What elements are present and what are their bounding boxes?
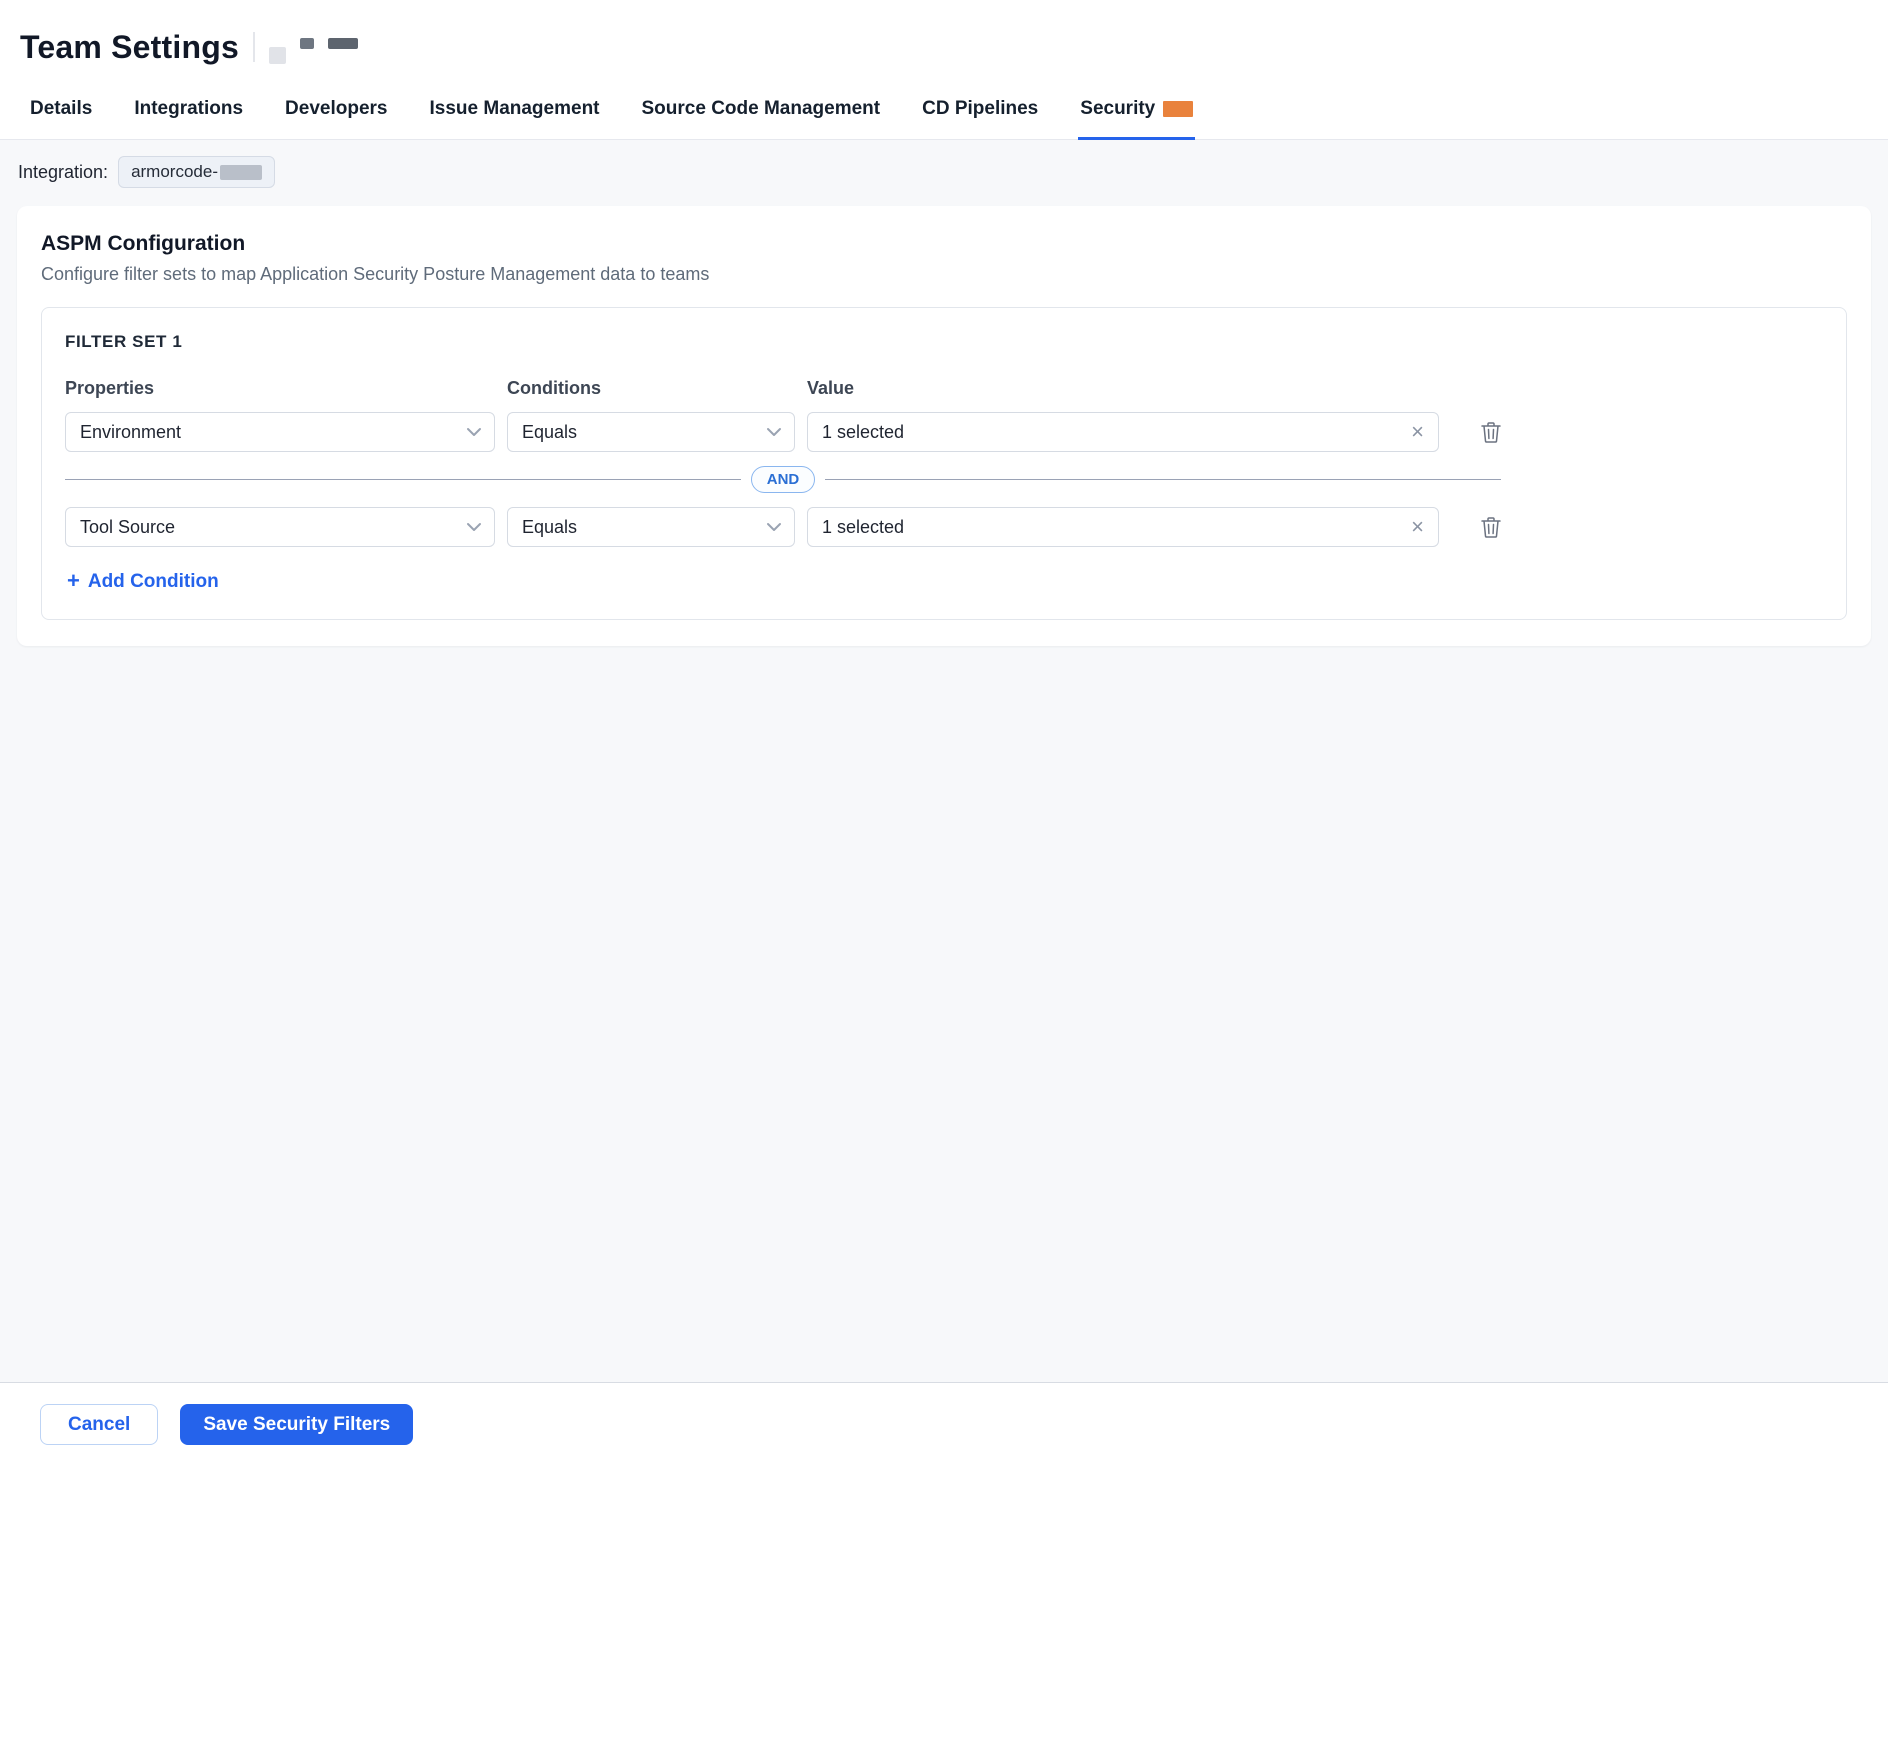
trash-icon	[1481, 421, 1501, 443]
chevron-down-icon	[766, 427, 782, 437]
tab-label: Developers	[285, 98, 387, 120]
properties-column-header: Properties	[65, 378, 495, 399]
redacted-badge	[1163, 101, 1193, 117]
chevron-down-icon	[466, 522, 482, 532]
team-settings-page: Team Settings Details Integrations Devel…	[0, 0, 1888, 1764]
aspm-subtitle: Configure filter sets to map Application…	[41, 264, 1847, 285]
condition-select[interactable]: Equals	[507, 412, 795, 452]
add-condition-button[interactable]: + Add Condition	[65, 571, 219, 593]
filter-set-panel: FILTER SET 1 Properties Conditions Value…	[41, 307, 1847, 620]
condition-select-value: Equals	[522, 517, 577, 538]
main-content: Integration: armorcode- ASPM Configurati…	[0, 140, 1888, 1382]
condition-select[interactable]: Equals	[507, 507, 795, 547]
value-multiselect[interactable]: 1 selected ×	[807, 507, 1439, 547]
tab-details[interactable]: Details	[28, 98, 94, 140]
tab-developers[interactable]: Developers	[283, 98, 389, 140]
chevron-down-icon	[766, 522, 782, 532]
chevron-down-icon	[466, 427, 482, 437]
tab-source-code-management[interactable]: Source Code Management	[640, 98, 883, 140]
tab-label: Issue Management	[430, 98, 600, 120]
tab-security[interactable]: Security	[1078, 98, 1195, 140]
value-column-header: Value	[807, 378, 1439, 399]
value-multiselect-text: 1 selected	[822, 422, 904, 443]
tab-integrations[interactable]: Integrations	[132, 98, 245, 140]
tab-label: Integrations	[134, 98, 243, 120]
tab-bar: Details Integrations Developers Issue Ma…	[0, 84, 1888, 140]
tab-label: Security	[1080, 98, 1155, 120]
clear-icon[interactable]: ×	[1409, 421, 1426, 443]
property-select-value: Environment	[80, 422, 181, 443]
delete-row-button[interactable]	[1479, 419, 1503, 445]
redacted-block	[220, 165, 262, 180]
property-select-value: Tool Source	[80, 517, 175, 538]
and-operator-pill[interactable]: AND	[751, 466, 816, 493]
integration-row: Integration: armorcode-	[17, 156, 1871, 188]
aspm-configuration-card: ASPM Configuration Configure filter sets…	[17, 206, 1871, 646]
value-multiselect-text: 1 selected	[822, 517, 904, 538]
page-title: Team Settings	[20, 29, 239, 66]
redacted-divider	[253, 32, 255, 62]
tab-label: CD Pipelines	[922, 98, 1038, 120]
redacted-block	[300, 38, 314, 49]
tab-cd-pipelines[interactable]: CD Pipelines	[920, 98, 1040, 140]
plus-icon: +	[67, 570, 80, 592]
filter-column-headers: Properties Conditions Value	[65, 378, 1823, 399]
tab-label: Details	[30, 98, 92, 120]
filter-row: Tool Source Equals 1 selected ×	[65, 507, 1823, 547]
property-select[interactable]: Tool Source	[65, 507, 495, 547]
save-security-filters-button[interactable]: Save Security Filters	[180, 1404, 413, 1445]
tab-issue-management[interactable]: Issue Management	[428, 98, 602, 140]
condition-select-value: Equals	[522, 422, 577, 443]
tab-label: Source Code Management	[642, 98, 881, 120]
integration-label: Integration:	[18, 162, 108, 183]
add-condition-label: Add Condition	[88, 571, 219, 593]
footer-action-bar: Cancel Save Security Filters	[0, 1382, 1888, 1764]
delete-row-button[interactable]	[1479, 514, 1503, 540]
filter-row: Environment Equals 1 selected ×	[65, 412, 1823, 452]
integration-chip[interactable]: armorcode-	[118, 156, 275, 188]
aspm-title: ASPM Configuration	[41, 232, 1847, 256]
divider-line	[65, 479, 741, 480]
redacted-block	[269, 47, 286, 64]
property-select[interactable]: Environment	[65, 412, 495, 452]
page-header: Team Settings	[0, 0, 1888, 84]
filter-set-title: FILTER SET 1	[65, 332, 1823, 352]
clear-icon[interactable]: ×	[1409, 516, 1426, 538]
and-divider: AND	[65, 466, 1501, 493]
divider-line	[825, 479, 1501, 480]
cancel-button[interactable]: Cancel	[40, 1404, 158, 1445]
integration-chip-text: armorcode-	[131, 162, 218, 182]
trash-icon	[1481, 516, 1501, 538]
redacted-block	[328, 38, 358, 49]
conditions-column-header: Conditions	[507, 378, 795, 399]
value-multiselect[interactable]: 1 selected ×	[807, 412, 1439, 452]
